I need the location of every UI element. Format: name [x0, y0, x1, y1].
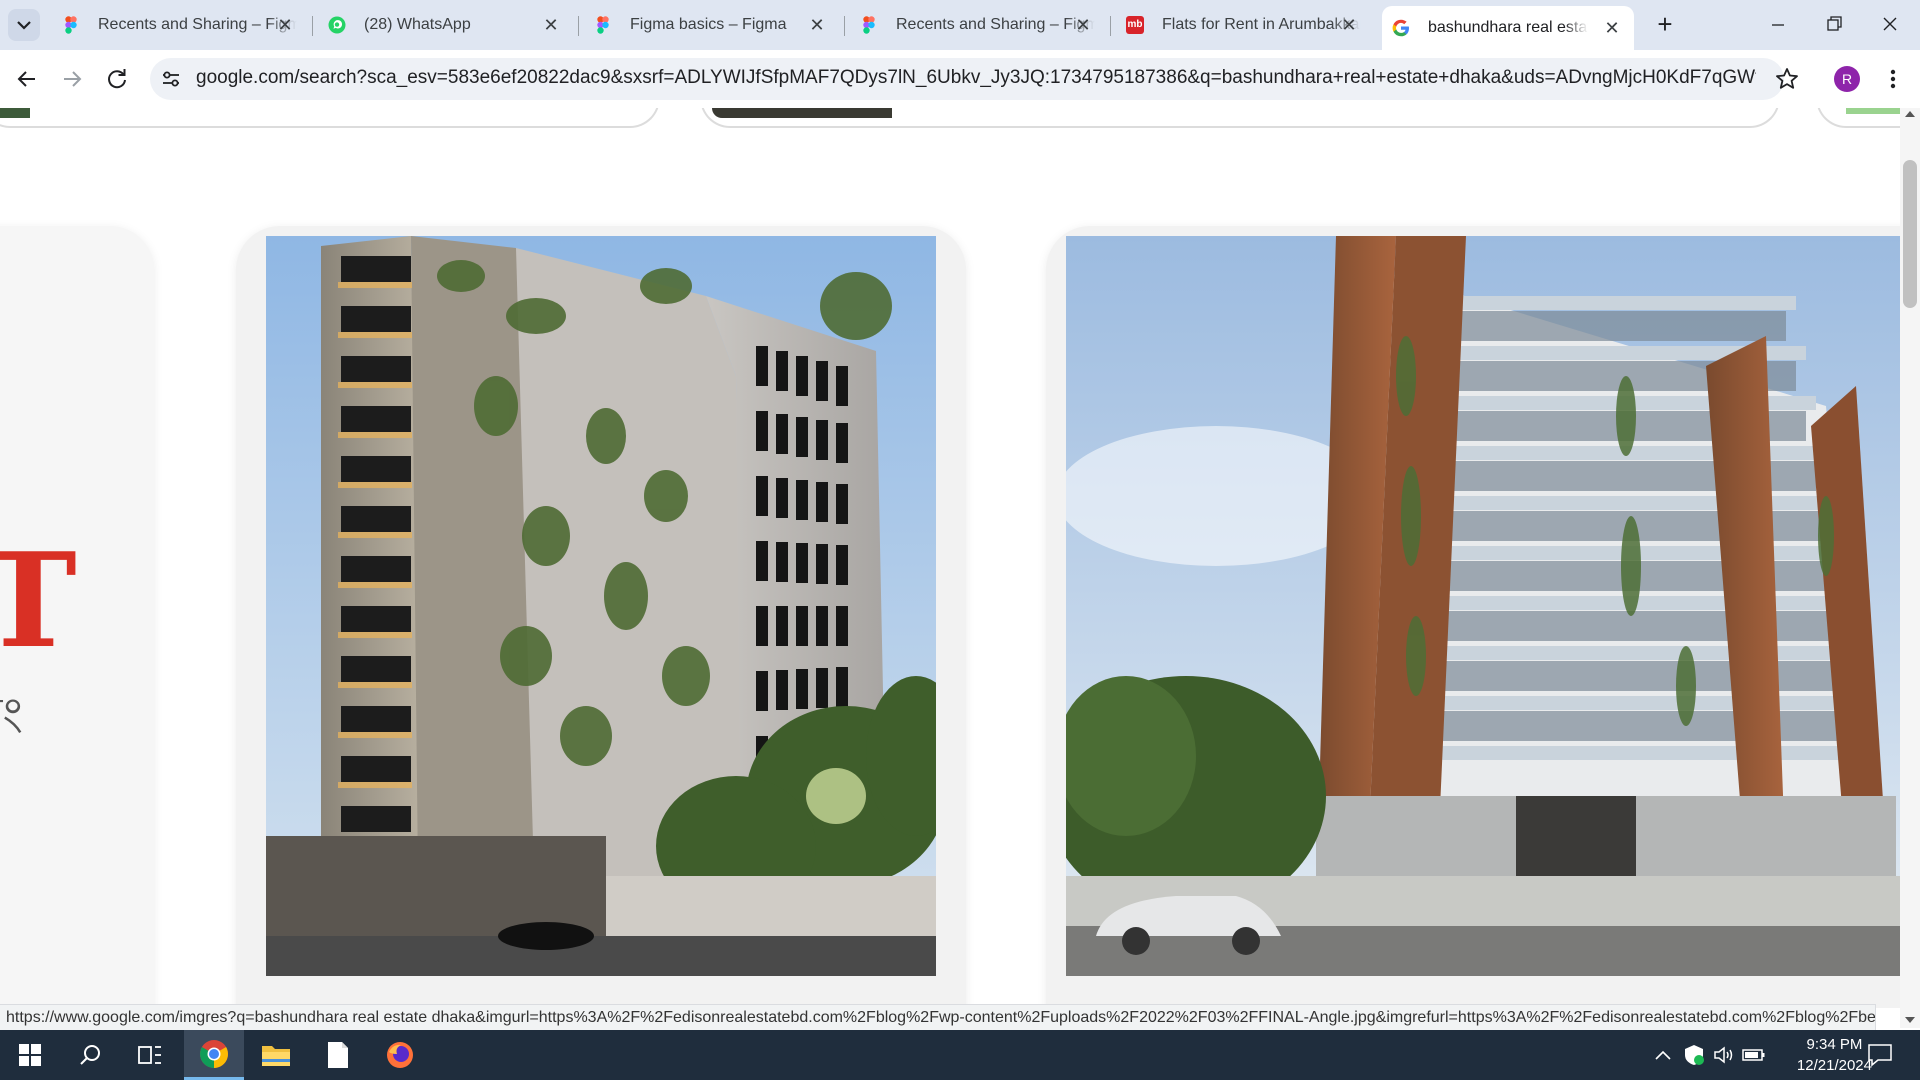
volume-tray-icon[interactable] — [1712, 1044, 1736, 1066]
tab-title: bashundhara real estate dhaka — [1428, 19, 1588, 36]
image-result-card[interactable] — [1046, 226, 1920, 1008]
search-icon — [80, 1045, 100, 1065]
taskbar-notepad[interactable] — [308, 1030, 368, 1080]
search-button[interactable] — [60, 1030, 120, 1080]
tab-separator — [578, 16, 579, 36]
reload-button[interactable] — [100, 62, 134, 96]
image-result-card-partial[interactable]: T রং — [0, 226, 154, 1008]
close-icon[interactable]: ✕ — [807, 15, 827, 35]
whatsapp-icon — [328, 16, 346, 34]
partial-text-small: রং — [0, 691, 23, 741]
close-icon[interactable]: ✕ — [541, 15, 561, 35]
forward-arrow-icon — [64, 71, 82, 87]
tab-recents-sharing-2[interactable]: Recents and Sharing – Figma ✕ — [850, 8, 1105, 42]
previous-result-thumb — [1846, 108, 1900, 114]
tab-flats-for-rent[interactable]: mb Flats for Rent in Arumbakkam ✕ — [1116, 8, 1371, 42]
close-window-button[interactable] — [1868, 12, 1912, 38]
close-icon[interactable]: ✕ — [1073, 15, 1093, 35]
back-button[interactable] — [10, 62, 44, 96]
building-photo — [266, 236, 936, 976]
tab-recents-sharing-1[interactable]: Recents and Sharing – Figma ✕ — [52, 8, 307, 42]
windows-taskbar: 9:34 PM 12/21/2024 — [0, 1030, 1920, 1080]
url-text[interactable]: google.com/search?sca_esv=583e6ef20822da… — [196, 67, 1756, 89]
back-arrow-icon — [17, 71, 35, 87]
clock-date: 12/21/2024 — [1796, 1057, 1872, 1074]
more-vert-icon — [1890, 69, 1896, 89]
google-icon — [1392, 19, 1410, 37]
document-icon — [328, 1042, 348, 1068]
tab-separator — [1110, 16, 1111, 36]
star-icon — [1776, 68, 1798, 89]
tab-figma-basics[interactable]: Figma basics – Figma ✕ — [584, 8, 839, 42]
tab-title: Figma basics – Figma — [630, 16, 787, 33]
windows-logo-icon — [19, 1044, 41, 1066]
close-icon — [1883, 17, 1897, 31]
minimize-button[interactable] — [1756, 12, 1800, 38]
task-view-icon — [138, 1046, 161, 1064]
taskbar-file-explorer[interactable] — [246, 1030, 306, 1080]
tab-title: Flats for Rent in Arumbakkam — [1162, 16, 1361, 33]
clock-time: 9:34 PM — [1806, 1036, 1863, 1053]
tune-icon — [163, 71, 179, 87]
page-content: T রং — [0, 108, 1920, 1008]
tab-title: Recents and Sharing – Figma — [98, 16, 297, 33]
taskbar-chrome[interactable] — [184, 1030, 244, 1080]
previous-result-thumb — [0, 108, 30, 118]
notification-icon — [1868, 1044, 1892, 1067]
building-photo — [1066, 236, 1900, 976]
previous-result-card[interactable] — [0, 108, 660, 128]
tab-search-button[interactable] — [8, 9, 40, 41]
forward-button[interactable] — [55, 62, 89, 96]
restore-icon — [1827, 16, 1842, 31]
tab-strip: Recents and Sharing – Figma ✕ (28) Whats… — [0, 0, 1920, 50]
magicbricks-icon: mb — [1126, 16, 1144, 34]
scroll-down-icon[interactable] — [1905, 1016, 1915, 1024]
tab-title: Recents and Sharing – Figma — [896, 16, 1095, 33]
security-tray-icon[interactable] — [1682, 1043, 1706, 1067]
new-tab-button[interactable]: + — [1650, 10, 1680, 40]
reload-icon — [108, 69, 126, 89]
close-icon[interactable]: ✕ — [275, 15, 295, 35]
chevron-down-icon — [17, 21, 31, 30]
bookmark-button[interactable] — [1772, 64, 1802, 94]
taskbar-firefox[interactable] — [370, 1030, 430, 1080]
notification-button[interactable] — [1866, 1042, 1894, 1068]
tab-bashundhara-search[interactable]: bashundhara real estate dhaka ✕ — [1382, 6, 1634, 50]
folder-icon — [262, 1046, 290, 1066]
browser-menu-button[interactable] — [1880, 64, 1906, 94]
link-status-bar: https://www.google.com/imgres?q=bashundh… — [0, 1004, 1876, 1030]
figma-icon — [62, 16, 80, 34]
close-icon[interactable]: ✕ — [1602, 18, 1622, 38]
site-info-button[interactable] — [158, 66, 184, 92]
firefox-icon — [387, 1042, 413, 1068]
partial-text-large: T — [0, 524, 77, 677]
previous-result-thumb — [712, 108, 892, 118]
scrollbar-thumb[interactable] — [1903, 160, 1917, 308]
tab-whatsapp[interactable]: (28) WhatsApp ✕ — [318, 8, 573, 42]
close-icon[interactable]: ✕ — [1339, 15, 1359, 35]
restore-button[interactable] — [1812, 12, 1856, 38]
scroll-up-icon[interactable] — [1905, 110, 1915, 118]
minimize-icon — [1772, 24, 1784, 26]
tab-separator — [844, 16, 845, 36]
speaker-icon — [1714, 1046, 1733, 1064]
taskbar-clock[interactable]: 9:34 PM 12/21/2024 — [1797, 1034, 1872, 1076]
image-result-card[interactable] — [236, 226, 966, 1008]
figma-icon — [594, 16, 612, 34]
shield-icon — [1685, 1045, 1704, 1065]
chevron-up-icon — [1655, 1050, 1671, 1060]
battery-tray-icon[interactable] — [1742, 1046, 1766, 1064]
battery-icon — [1742, 1049, 1765, 1061]
tab-separator — [312, 16, 313, 36]
tray-overflow-button[interactable] — [1652, 1044, 1674, 1066]
task-view-button[interactable] — [120, 1030, 180, 1080]
figma-icon — [860, 16, 878, 34]
chrome-icon — [200, 1039, 228, 1068]
start-button[interactable] — [0, 1030, 60, 1080]
profile-avatar[interactable]: R — [1834, 66, 1860, 92]
tab-title: (28) WhatsApp — [364, 16, 471, 33]
